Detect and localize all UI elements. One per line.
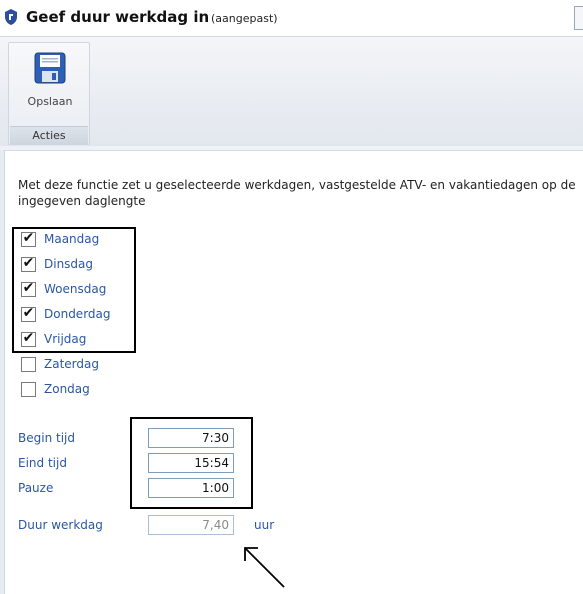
- ribbon-group-acties: Opslaan Acties: [8, 42, 90, 145]
- day-label: Zondag: [44, 382, 90, 396]
- workday-duration-field: 7,40: [148, 515, 234, 535]
- end-time-label: Eind tijd: [18, 456, 67, 470]
- ribbon-separator: [0, 146, 583, 151]
- checkmark-icon: [22, 380, 35, 396]
- duration-unit: uur: [254, 518, 275, 532]
- window-control-edge[interactable]: [574, 6, 583, 30]
- save-button-label: Opslaan: [27, 95, 73, 108]
- left-edge: [0, 150, 5, 594]
- intro-text: Met deze functie zet u geselecteerde wer…: [18, 178, 576, 208]
- title-bar: Geef duur werkdag in (aangepast): [0, 0, 583, 37]
- ribbon-group-label: Acties: [10, 126, 88, 144]
- checkbox[interactable]: [21, 382, 36, 397]
- begin-time-label: Begin tijd: [18, 431, 75, 445]
- day-checkbox-zondag[interactable]: Zondag: [18, 378, 138, 402]
- workday-duration-label: Duur werkdag: [18, 518, 103, 532]
- checkbox[interactable]: [21, 357, 36, 372]
- ribbon: Opslaan Acties: [0, 37, 583, 148]
- save-button[interactable]: Opslaan: [10, 44, 88, 122]
- app-shield-icon: [5, 9, 17, 25]
- floppy-disk-icon: [34, 52, 66, 84]
- pause-label: Pauze: [18, 481, 54, 495]
- annotation-arrow-icon: [244, 547, 285, 588]
- checkmark-icon: [22, 355, 35, 371]
- window-subtitle: (aangepast): [211, 12, 278, 25]
- day-checkbox-zaterdag[interactable]: Zaterdag: [18, 353, 138, 377]
- time-fields-highlight-frame: [130, 417, 253, 509]
- day-label: Zaterdag: [44, 357, 99, 371]
- window-title: Geef duur werkdag in: [26, 8, 210, 26]
- weekday-highlight-frame: [12, 227, 136, 353]
